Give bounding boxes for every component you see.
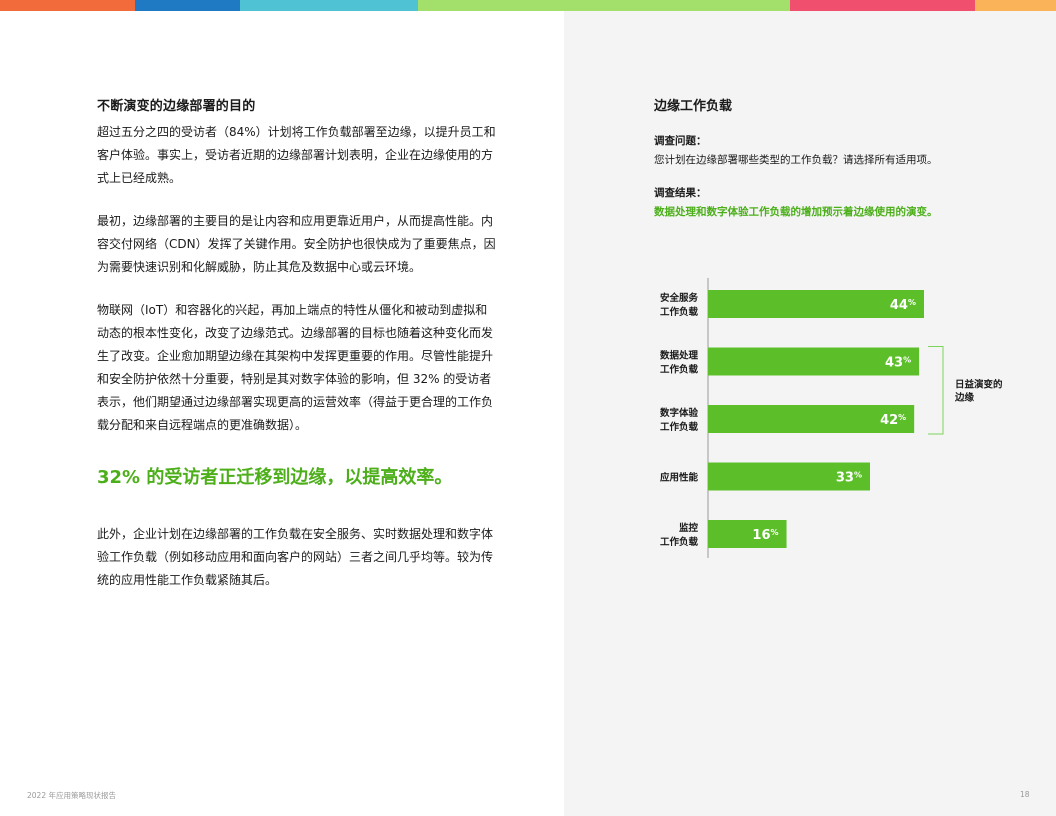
bar-value-suffix: % — [903, 356, 911, 365]
question-label: 调查问题： — [654, 135, 707, 147]
footer-report-title: 2022 年应用策略现状报告 — [27, 791, 116, 800]
bar-value-suffix: % — [854, 471, 862, 480]
question-text: 您计划在边缘部署哪些类型的工作负载？请选择所有适用项。 — [654, 154, 938, 166]
bar-value-number: 44 — [890, 298, 908, 313]
category-label-3: 数字体验 — [659, 407, 699, 419]
highlight-callout: 32% 的受访者正迁移到边缘，以提高效率。 — [97, 467, 453, 488]
category-label-3: 工作负载 — [660, 421, 699, 433]
result-label: 调查结果： — [654, 187, 707, 199]
category-label-5: 监控 — [679, 522, 699, 534]
bar-value-number: 43 — [885, 356, 903, 371]
category-label-2: 工作负载 — [660, 364, 699, 376]
category-label-2: 数据处理 — [659, 350, 699, 362]
category-label-5: 工作负载 — [660, 536, 699, 548]
bracket-label: 日益演变的 — [955, 378, 1003, 390]
bar-value-suffix: % — [908, 298, 916, 307]
stripe-4 — [418, 0, 790, 11]
stripe-1 — [0, 0, 135, 11]
bracket-label: 边缘 — [954, 391, 975, 403]
chart-section-title: 边缘工作负载 — [654, 99, 733, 114]
bar-value-number: 33 — [836, 471, 854, 486]
color-stripe — [0, 0, 1056, 11]
paragraph-3: 物联网（IoT）和容器化的兴起，再加上端点的特性从僵化和被动到虚拟和动态的根本性… — [97, 303, 494, 432]
paragraph-4: 此外，企业计划在边缘部署的工作负载在安全服务、实时数据处理和数字体验工作负载（例… — [97, 527, 494, 587]
bar-value-suffix: % — [898, 413, 906, 422]
paragraph-2: 最初，边缘部署的主要目的是让内容和应用更靠近用户，从而提高性能。内容交付网络（C… — [97, 214, 496, 274]
bar-value-suffix: % — [771, 528, 779, 537]
section-heading: 不断演变的边缘部署的目的 — [97, 99, 256, 114]
bar-value-number: 16 — [752, 528, 770, 543]
bar-value-number: 42 — [880, 413, 898, 428]
category-label-1: 安全服务 — [660, 292, 699, 304]
stripe-6 — [975, 0, 1056, 11]
left-column: 不断演变的边缘部署的目的 超过五分之四的受访者（84%）计划将工作负载部署至边缘… — [97, 95, 497, 612]
stripe-3 — [240, 0, 418, 11]
result-text: 数据处理和数字体验工作负载的增加预示着边缘使用的演变。 — [654, 206, 938, 218]
stripe-2 — [135, 0, 240, 11]
category-label-1: 工作负载 — [660, 306, 699, 318]
category-label-4: 应用性能 — [660, 472, 699, 484]
page-number: 18 — [1020, 790, 1030, 799]
stripe-5 — [790, 0, 975, 11]
paragraph-1: 超过五分之四的受访者（84%）计划将工作负载部署至边缘，以提升员工和客户体验。事… — [97, 125, 496, 185]
